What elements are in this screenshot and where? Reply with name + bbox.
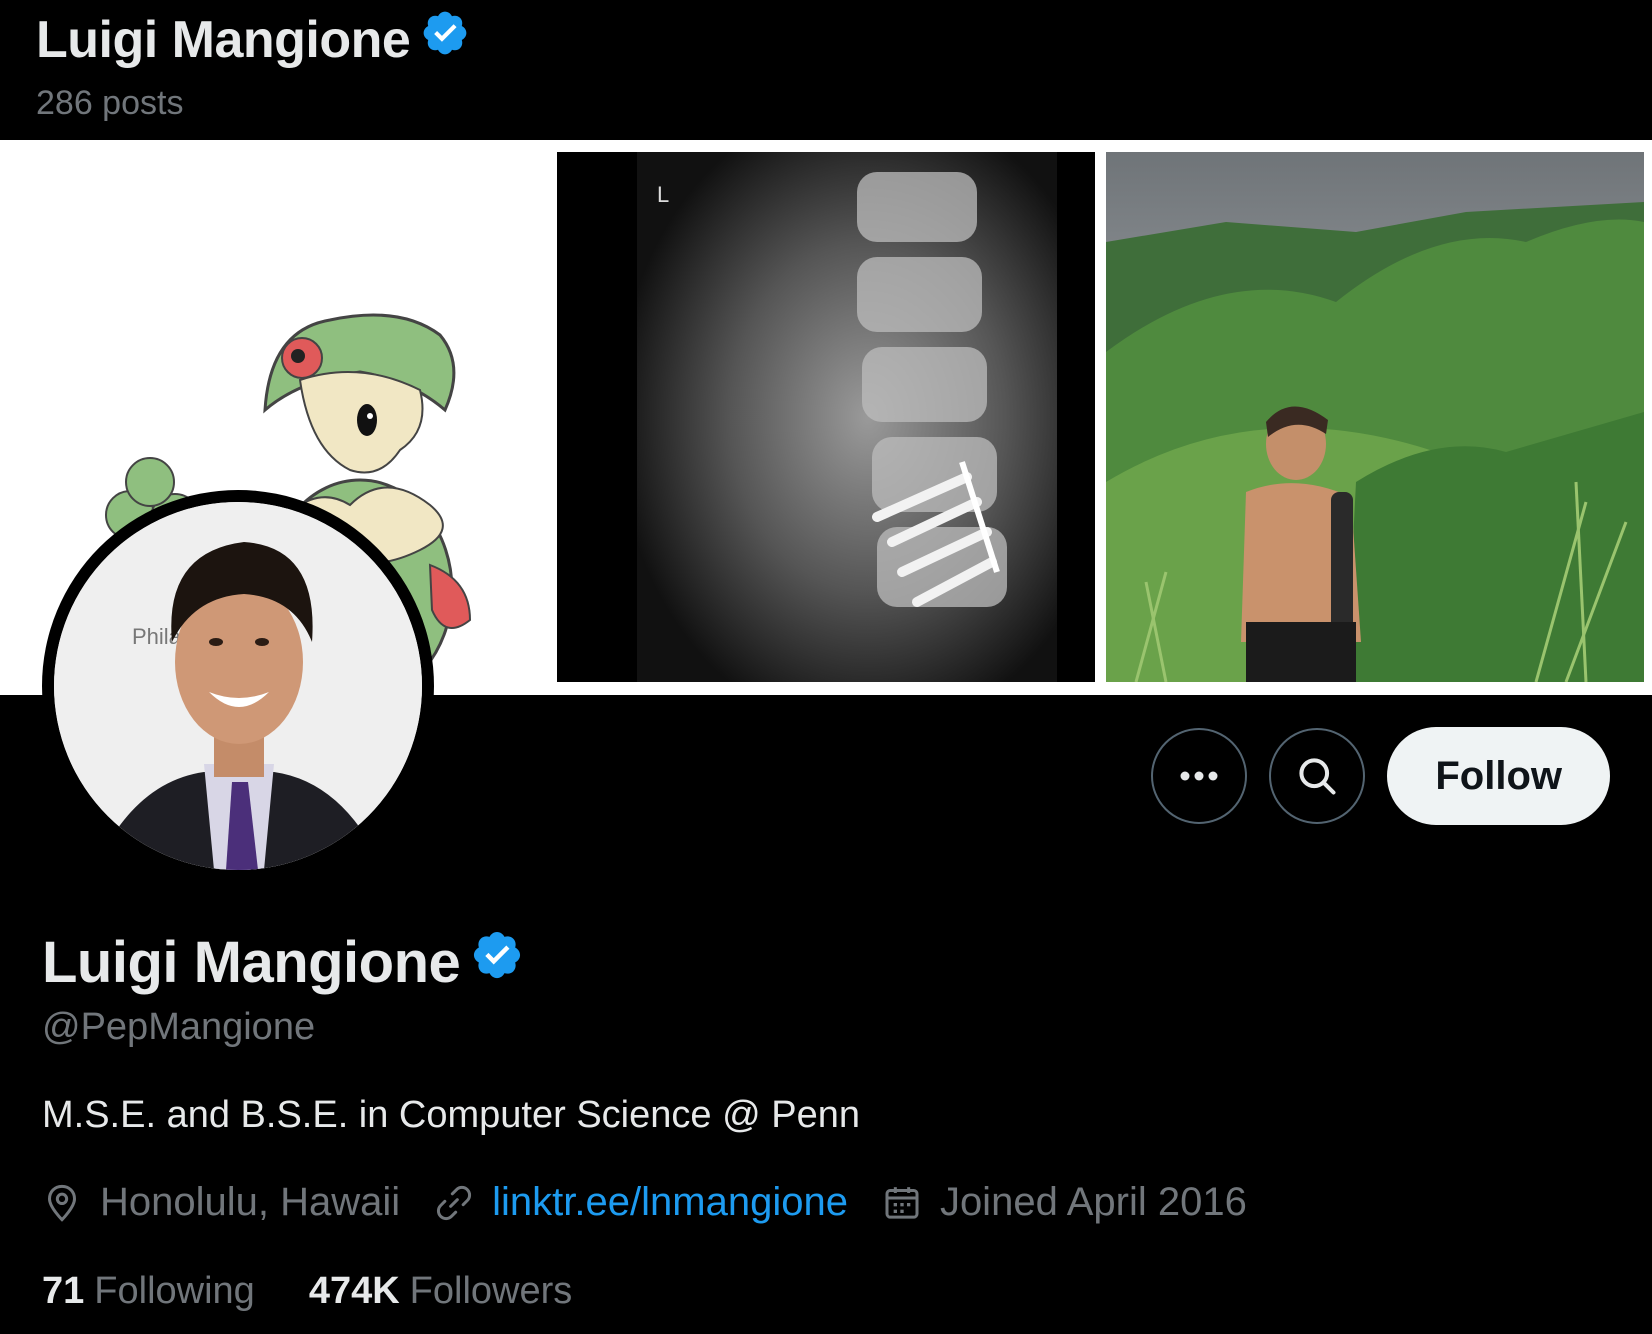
profile-actions: Follow bbox=[1151, 727, 1610, 825]
verified-badge-icon[interactable] bbox=[470, 928, 524, 996]
link-icon bbox=[437, 1185, 472, 1220]
website-item: linktr.ee/lnmangione bbox=[434, 1180, 848, 1225]
followers-label: Followers bbox=[409, 1270, 573, 1312]
profile-header: Luigi Mangione 286 posts bbox=[0, 0, 1652, 140]
avatar-photo: Philad Museu bbox=[54, 502, 422, 870]
following-link[interactable]: 71 Following bbox=[42, 1270, 255, 1313]
followers-link[interactable]: 474K Followers bbox=[309, 1270, 572, 1313]
profile-bio: M.S.E. and B.S.E. in Computer Science @ … bbox=[42, 1094, 860, 1136]
post-count: 286 posts bbox=[36, 84, 184, 122]
banner-image-xray: L bbox=[557, 152, 1095, 682]
profile-handle: @PepMangione bbox=[42, 1006, 316, 1048]
more-options-button[interactable] bbox=[1151, 728, 1248, 824]
profile-avatar[interactable]: Philad Museu bbox=[42, 490, 434, 882]
following-count: 71 bbox=[42, 1270, 85, 1312]
banner-image-hiker bbox=[1106, 152, 1644, 682]
profile-stats: 71 Following 474K Followers bbox=[42, 1270, 626, 1313]
profile-display-name: Luigi Mangione bbox=[42, 928, 524, 996]
calendar-icon bbox=[885, 1186, 919, 1219]
verified-badge-icon[interactable] bbox=[420, 8, 470, 71]
profile-name-text: Luigi Mangione bbox=[42, 929, 461, 995]
website-link[interactable]: linktr.ee/lnmangione bbox=[492, 1180, 848, 1225]
location-pin-icon bbox=[47, 1184, 77, 1222]
location-item: Honolulu, Hawaii bbox=[42, 1180, 400, 1225]
followers-count: 474K bbox=[308, 1270, 400, 1312]
xray-marker: L bbox=[657, 182, 669, 207]
ellipsis-icon bbox=[1180, 771, 1218, 781]
header-display-name: Luigi Mangione bbox=[36, 8, 470, 71]
search-icon bbox=[1299, 758, 1336, 795]
follow-button[interactable]: Follow bbox=[1387, 727, 1610, 825]
following-label: Following bbox=[94, 1270, 255, 1312]
search-profile-button[interactable] bbox=[1269, 728, 1366, 824]
header-name-text: Luigi Mangione bbox=[36, 10, 411, 69]
location-text: Honolulu, Hawaii bbox=[100, 1180, 401, 1224]
joined-item: Joined April 2016 bbox=[882, 1180, 1247, 1225]
joined-text: Joined April 2016 bbox=[939, 1180, 1247, 1224]
profile-meta: Honolulu, Hawaii linktr.ee/lnmangione Jo… bbox=[42, 1180, 1281, 1225]
